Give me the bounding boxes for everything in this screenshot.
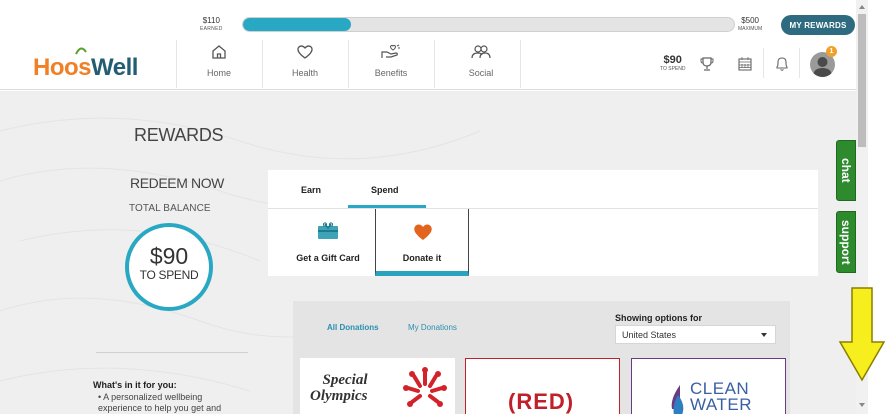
donation-card-red[interactable]: (RED) — [465, 358, 620, 414]
notification-badge: 1 — [826, 46, 837, 57]
nav-benefits[interactable]: Benefits — [348, 44, 434, 86]
clean-water-wordmark: CLEAN WATER — [690, 380, 752, 414]
nav-social-label: Social — [468, 68, 494, 78]
nav-health[interactable]: Health — [262, 44, 348, 86]
earned-amount: $110 — [202, 16, 220, 25]
donate-it-label: Donate it — [402, 253, 442, 263]
heart-icon — [414, 224, 432, 240]
donation-card-clean-water[interactable]: CLEAN WATER — [631, 358, 786, 414]
support-tab[interactable]: support — [836, 211, 856, 273]
yellow-down-arrow-icon — [838, 287, 886, 382]
special-olympics-line1: Special — [322, 372, 368, 388]
earned-label: EARNED — [200, 26, 223, 32]
people-icon — [471, 45, 491, 59]
donation-card-special-olympics[interactable]: Special Olympics — [300, 358, 455, 414]
special-olympics-logo-icon — [403, 367, 447, 407]
country-select[interactable]: United States — [615, 325, 776, 344]
calendar-icon[interactable] — [738, 56, 752, 72]
maximum-label: MAXIMUM — [738, 26, 763, 32]
main-content: REWARDS REDEEM NOW TOTAL BALANCE $90 TO … — [0, 91, 856, 414]
nav-home[interactable]: Home — [176, 44, 262, 86]
rewards-progress-strip: $110 EARNED $500 MAXIMUM MY REWARDS — [0, 0, 856, 38]
nav-divider — [763, 48, 764, 78]
trophy-icon[interactable] — [700, 56, 714, 72]
redeem-now-heading: REDEEM NOW — [130, 175, 225, 191]
clean-water-logo-icon — [671, 385, 684, 414]
bell-icon[interactable] — [775, 56, 789, 72]
tab-my-donations[interactable]: My Donations — [408, 323, 457, 332]
nav-divider — [520, 40, 521, 88]
sidebar-divider — [96, 352, 248, 353]
donate-it-option[interactable]: Donate it — [375, 209, 469, 276]
earned-value: $110 EARNED — [200, 17, 223, 33]
my-rewards-button[interactable]: MY REWARDS — [781, 15, 855, 35]
get-gift-card-option[interactable]: Get a Gift Card — [281, 209, 375, 276]
home-icon — [212, 45, 226, 59]
hand-heart-icon — [381, 44, 400, 58]
logo-part-well: Well — [91, 54, 138, 81]
maximum-value: $500 MAXIMUM — [738, 17, 762, 33]
donations-panel: All Donations My Donations Showing optio… — [293, 301, 790, 414]
scroll-up-arrow-icon[interactable] — [859, 5, 865, 9]
country-value: United States — [622, 330, 677, 340]
page-title: REWARDS — [134, 125, 224, 145]
balance-amount: $90 — [149, 243, 189, 269]
nav-benefits-label: Benefits — [374, 68, 408, 78]
total-balance-label: TOTAL BALANCE — [129, 203, 211, 214]
chat-tab[interactable]: chat — [836, 140, 856, 201]
to-spend-label: TO SPEND — [660, 66, 686, 72]
showing-options-label: Showing options for — [615, 313, 702, 323]
chevron-down-icon — [761, 333, 767, 337]
to-spend-amount: $90 — [663, 54, 682, 66]
benefit-bullet: • A personalized wellbeing experience to… — [98, 392, 248, 414]
tab-all-donations[interactable]: All Donations — [327, 323, 379, 332]
balance-circle: $90 TO SPEND — [125, 223, 213, 311]
hooswell-logo[interactable]: HoosWell — [33, 54, 138, 82]
rewards-progress-bar — [242, 17, 735, 32]
nav-health-label: Health — [291, 68, 318, 78]
scroll-down-arrow-icon[interactable] — [859, 403, 865, 407]
nav-home-label: Home — [206, 68, 231, 78]
special-olympics-line2: Olympics — [310, 388, 368, 404]
nav-divider — [799, 48, 800, 78]
apple-logo-icon — [75, 47, 87, 55]
scroll-thumb[interactable] — [858, 14, 866, 147]
bullet-text: A personalized wellbeing experience to h… — [98, 392, 222, 413]
to-spend-indicator[interactable]: $90 TO SPEND — [660, 54, 686, 74]
special-olympics-wordmark: Special Olympics — [310, 372, 368, 404]
earn-spend-panel: Earn Spend Get a Gift Card Donate it — [268, 170, 818, 276]
tab-earn[interactable]: Earn — [301, 185, 321, 195]
nav-divider — [434, 40, 435, 88]
clean-water-line2: WATER — [690, 395, 752, 414]
red-wordmark: (RED) — [508, 389, 575, 414]
maximum-amount: $500 — [741, 16, 759, 25]
top-navigation: HoosWell Home Health Benefits Social $90… — [0, 38, 856, 90]
nav-social[interactable]: Social — [438, 44, 524, 86]
whats-in-it-heading: What's in it for you: — [93, 380, 177, 390]
balance-sub-label: TO SPEND — [139, 268, 199, 282]
logo-part-hoos: Hoos — [33, 54, 92, 81]
rewards-progress-fill — [243, 18, 352, 31]
get-gift-card-label: Get a Gift Card — [296, 253, 360, 263]
heart-outline-icon — [297, 45, 313, 59]
gift-card-icon — [318, 222, 338, 239]
tab-spend[interactable]: Spend — [371, 185, 399, 195]
